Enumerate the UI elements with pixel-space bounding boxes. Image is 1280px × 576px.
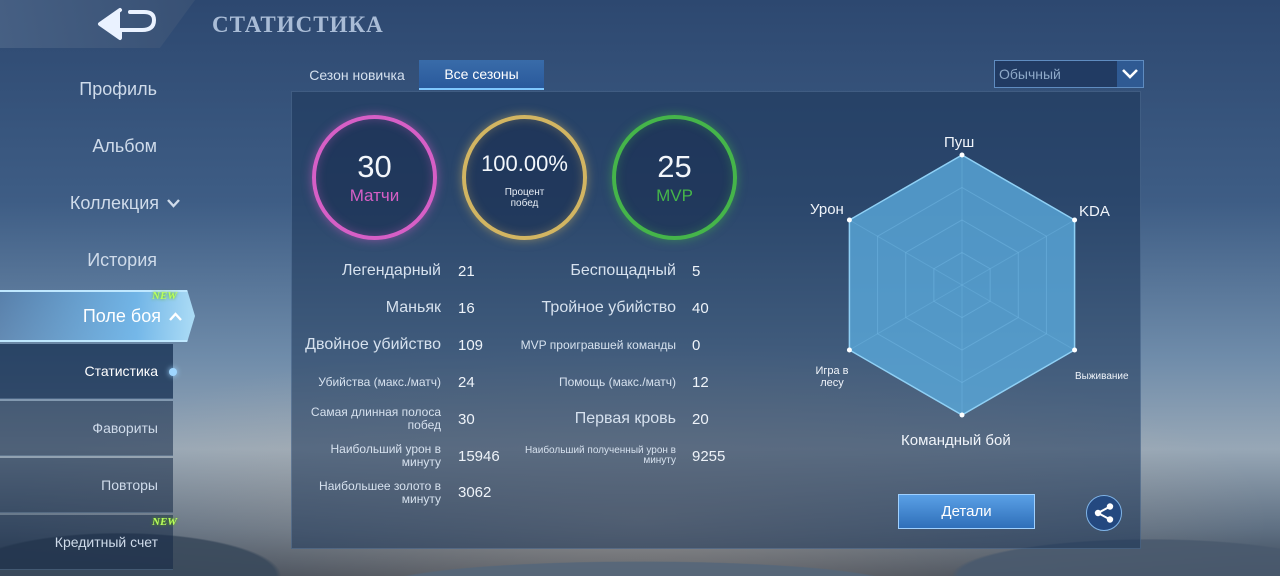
stat-label: Наибольший урон в минуту [330, 442, 442, 469]
mvp-label: MVP [656, 185, 693, 205]
stat-label: Первая кровь [574, 409, 676, 427]
radar-label-survival: Выживание [1075, 371, 1129, 382]
back-arrow-icon[interactable] [92, 6, 162, 42]
sidebar-item-label: История [87, 249, 157, 270]
stat-value: 24 [458, 373, 475, 391]
stat-label: MVP проигравшей команды [520, 337, 676, 352]
stat-value: 30 [458, 410, 475, 428]
mvp-value: 25 [657, 148, 692, 184]
stat-label: Самая длинная полоса побед [310, 405, 441, 432]
radar-label-teamfight: Командный бой [901, 432, 1011, 449]
radar-label-damage: Урон [810, 201, 844, 218]
win-rate-value: 100.00% [481, 150, 568, 176]
chevron-down-icon [167, 195, 180, 211]
stat-value: 20 [692, 410, 709, 428]
tab-label: Сезон новичка [309, 67, 405, 83]
sidebar-item-profile[interactable]: Профиль [0, 61, 190, 117]
sidebar-subitem-label: Повторы [101, 477, 158, 493]
sidebar-item-label: Поле боя [82, 305, 161, 326]
stat-value: 16 [458, 299, 475, 317]
sidebar-subitem-label: Кредитный счет [54, 534, 158, 550]
stat-value: 40 [692, 299, 709, 317]
stat-label: Помощь (макс./матч) [558, 374, 676, 389]
sidebar-subitem-credit-score[interactable]: Кредитный счет [0, 515, 173, 570]
page-title: СТАТИСТИКА [212, 12, 384, 37]
details-button-label: Детали [941, 503, 992, 520]
radar-label-push: Пуш [944, 134, 975, 151]
radar-label-jungle: Игра в лесу [815, 365, 849, 389]
win-rate-label: Процент побед [504, 186, 545, 209]
details-button[interactable]: Детали [898, 494, 1035, 529]
sidebar-item-album[interactable]: Альбом [0, 118, 190, 174]
new-badge: NEW [152, 290, 178, 302]
chevron-up-icon [169, 308, 182, 324]
stat-label: Беспощадный [570, 261, 676, 279]
sidebar-item-label: Профиль [79, 78, 157, 99]
sidebar-subitem-label: Фавориты [92, 420, 158, 436]
sidebar-subitem-replays[interactable]: Повторы [0, 458, 173, 513]
matches-value: 30 [357, 148, 392, 184]
stat-label: Наибольшее золото в минуту [319, 479, 441, 506]
new-badge: NEW [152, 516, 178, 528]
share-button[interactable] [1086, 495, 1122, 531]
sidebar-item-label: Альбом [92, 135, 157, 156]
sidebar-item-collection[interactable]: Коллекция [0, 175, 190, 231]
sidebar-subitem-favorites[interactable]: Фавориты [0, 401, 173, 456]
stat-value: 5 [692, 262, 701, 280]
dropdown-value: Обычный [999, 66, 1061, 82]
stat-value: 3062 [458, 483, 492, 501]
sidebar-item-label: Коллекция [69, 192, 159, 213]
stat-label: Тройное убийство [541, 298, 676, 316]
mode-dropdown[interactable]: Обычный [994, 60, 1144, 88]
stat-label: Маньяк [385, 298, 441, 316]
stat-label: Убийства (макс./матч) [318, 374, 441, 389]
tab-label: Все сезоны [444, 66, 519, 82]
mvp-circle: 25 MVP [612, 115, 737, 240]
share-icon [1094, 503, 1114, 523]
stat-label: Наибольший полученный урон в минуту [524, 444, 676, 466]
stat-value: 12 [692, 373, 709, 391]
matches-circle: 30 Матчи [312, 115, 437, 240]
stat-label: Легендарный [341, 261, 441, 279]
sidebar: Профиль Альбом Коллекция История Поле бо… [0, 60, 195, 576]
stat-value: 9255 [692, 447, 726, 465]
chevron-down-icon[interactable] [1117, 61, 1143, 87]
sidebar-item-history[interactable]: История [0, 232, 190, 288]
tab-all-seasons[interactable]: Все сезоны [419, 60, 544, 90]
matches-label: Матчи [349, 185, 400, 205]
stat-value: 0 [692, 336, 701, 354]
sidebar-subitem-statistics[interactable]: Статистика [0, 344, 177, 399]
stat-value: 21 [458, 262, 475, 280]
stat-value: 15946 [458, 447, 500, 465]
stat-label: Двойное убийство [305, 335, 441, 353]
radar-label-kda: KDA [1079, 203, 1110, 220]
sidebar-subitem-label: Статистика [84, 363, 158, 379]
tab-rookie-season[interactable]: Сезон новичка [295, 60, 419, 90]
win-rate-circle: 100.00% Процент побед [462, 115, 587, 240]
stat-value: 109 [458, 336, 484, 354]
